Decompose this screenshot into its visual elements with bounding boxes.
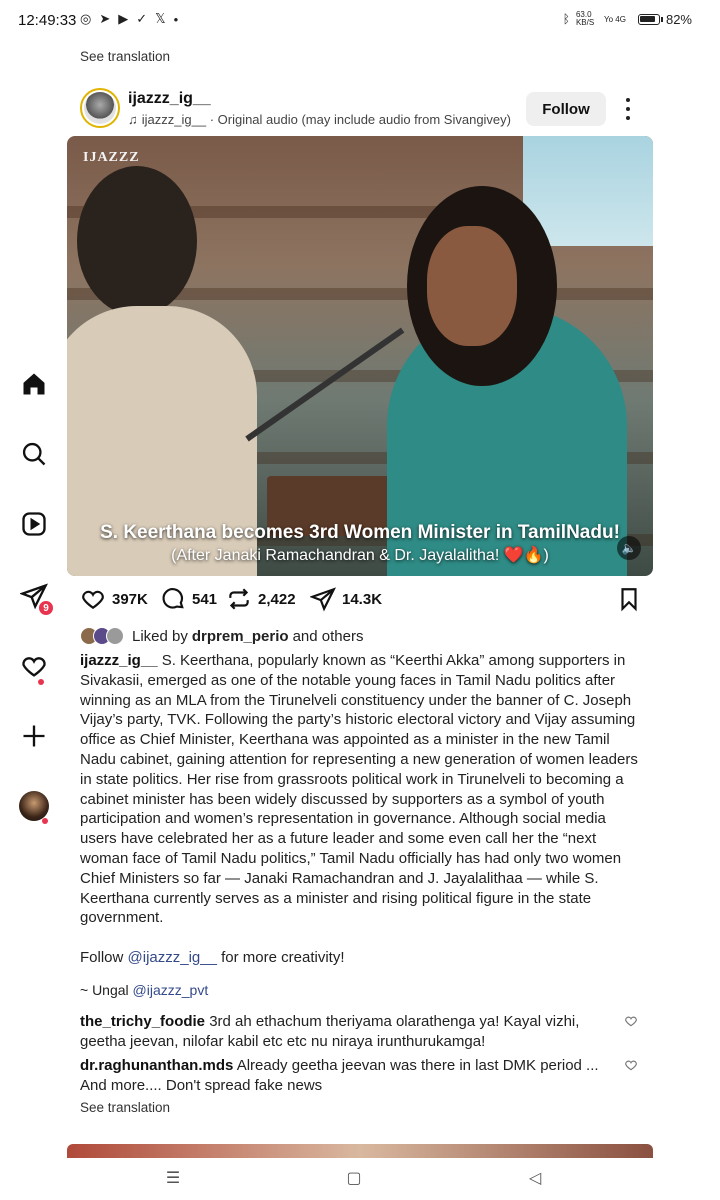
caption-follow-suffix: for more creativity! <box>216 948 345 966</box>
caption-username[interactable]: ijazzz_ig__ <box>80 652 158 669</box>
messages-badge: 9 <box>38 600 54 616</box>
next-post-preview[interactable] <box>67 1144 653 1158</box>
send-icon <box>310 587 336 612</box>
video-caption-title: S. Keerthana becomes 3rd Women Minister … <box>100 522 620 543</box>
notification-dot <box>38 679 44 685</box>
comment-item: dr.raghunanthan.mds Already geetha jeeva… <box>80 1056 620 1096</box>
nav-search[interactable] <box>18 438 50 470</box>
home-nav-icon[interactable]: ▢ <box>343 1168 365 1188</box>
share-count: 14.3K <box>342 590 383 608</box>
liked-by-prefix: Liked by <box>132 627 188 645</box>
profile-avatar <box>19 791 49 821</box>
video-person-left-head <box>77 166 197 316</box>
recents-icon[interactable]: ☰ <box>162 1168 184 1188</box>
search-icon <box>22 442 46 466</box>
battery-icon <box>637 13 663 25</box>
video-caption-subtitle: (After Janaki Ramachandran & Dr. Jayalal… <box>171 547 549 564</box>
video-speaker-face <box>427 226 517 346</box>
comment-username[interactable]: the_trichy_foodie <box>80 1013 205 1030</box>
caption-ungal-prefix: ~ Ungal <box>80 981 133 998</box>
video-watermark: IJAZZZ <box>83 150 140 165</box>
liked-by[interactable]: Liked by drprem_perio and others <box>80 626 363 646</box>
comment-item: the_trichy_foodie 3rd ah ethachum theriy… <box>80 1012 620 1052</box>
nav-profile[interactable] <box>18 790 50 824</box>
youtube-icon: ▶ <box>118 11 129 26</box>
music-note-icon: ♫ <box>128 112 138 127</box>
battery-level: 82% <box>665 11 692 27</box>
net-speed: 63.0 KB/S <box>575 10 595 27</box>
see-translation-link[interactable]: See translation <box>80 49 170 64</box>
comment-button[interactable]: 541 <box>160 586 217 612</box>
home-icon <box>23 373 45 395</box>
more-options-icon[interactable] <box>620 96 636 122</box>
back-icon[interactable]: ◁ <box>524 1168 546 1188</box>
reels-icon <box>22 512 46 536</box>
telegram-icon: ➤ <box>99 11 111 26</box>
post-video[interactable]: IJAZZZ S. Keerthana becomes 3rd Women Mi… <box>67 136 653 576</box>
comment-username[interactable]: dr.raghunanthan.mds <box>80 1057 233 1074</box>
repost-count: 2,422 <box>258 590 296 608</box>
plus-icon <box>23 725 45 747</box>
follow-button[interactable]: Follow <box>526 92 606 126</box>
repost-icon <box>229 588 249 610</box>
post-header: ijazzz_ig__ ♫ ijazzz_ig__ · Original audi… <box>80 88 652 130</box>
audio-user: ijazzz_ig__ <box>141 112 207 127</box>
caption-follow-prefix: Follow <box>80 948 128 966</box>
status-time: 12:49:33 <box>18 12 77 29</box>
heart-icon <box>22 657 46 677</box>
see-translation-link[interactable]: See translation <box>80 1100 170 1115</box>
author-avatar[interactable] <box>80 88 120 128</box>
nav-home[interactable] <box>18 368 50 400</box>
post-caption: ijazzz_ig__ S. Keerthana, popularly know… <box>80 651 646 1000</box>
share-button[interactable]: 14.3K <box>310 586 382 612</box>
caption-ungal-link[interactable]: @ijazzz_pvt <box>133 982 209 998</box>
nav-notifications[interactable] <box>18 650 50 685</box>
check-icon: ✓ <box>136 11 148 26</box>
audio-text: · Original audio (may include audio from… <box>206 112 511 127</box>
liker-avatars <box>80 627 124 645</box>
comment-count: 541 <box>192 590 218 608</box>
comment-icon <box>162 588 184 609</box>
like-button[interactable]: 397K <box>80 586 148 612</box>
comment-like-icon[interactable] <box>624 1058 638 1072</box>
status-notification-icons: ◎ ➤ ▶ ✓ 𝕏 • <box>80 11 178 27</box>
x-icon: 𝕏 <box>155 11 166 26</box>
dot-icon: • <box>173 11 179 27</box>
author-username[interactable]: ijazzz_ig__ <box>128 90 211 108</box>
system-nav-bar: ☰ ▢ ◁ <box>0 1158 720 1200</box>
nav-create[interactable] <box>18 720 50 752</box>
liked-by-user[interactable]: drprem_perio <box>192 628 289 645</box>
liked-by-suffix: and others <box>292 627 364 645</box>
heart-icon <box>82 590 104 609</box>
bookmark-icon <box>621 588 637 612</box>
save-button[interactable] <box>616 586 642 612</box>
caption-body: S. Keerthana, popularly known as “Keerth… <box>80 652 638 927</box>
mute-icon[interactable]: 🔈 <box>617 536 641 560</box>
comment-like-icon[interactable] <box>624 1014 638 1028</box>
network-label: Yo 4G <box>603 14 626 24</box>
nav-reels[interactable] <box>18 508 50 540</box>
instagram-icon: ◎ <box>80 11 92 26</box>
status-bar: 12:49:33 ◎ ➤ ▶ ✓ 𝕏 • ᛒ 63.0 KB/S Yo 4G 8… <box>0 0 720 40</box>
caption-mention-link[interactable]: @ijazzz_ig__ <box>128 949 217 966</box>
profile-dot <box>42 818 48 824</box>
status-system-icons: ᛒ 63.0 KB/S Yo 4G 82% <box>563 11 692 27</box>
repost-button[interactable]: 2,422 <box>226 586 296 612</box>
audio-attribution[interactable]: ♫ ijazzz_ig__ · Original audio (may inclu… <box>128 112 511 127</box>
post-actions: 397K 541 2,422 14.3K <box>80 586 640 614</box>
like-count: 397K <box>112 590 148 608</box>
nav-messages[interactable]: 9 <box>18 580 54 616</box>
bluetooth-icon: ᛒ <box>562 12 570 26</box>
